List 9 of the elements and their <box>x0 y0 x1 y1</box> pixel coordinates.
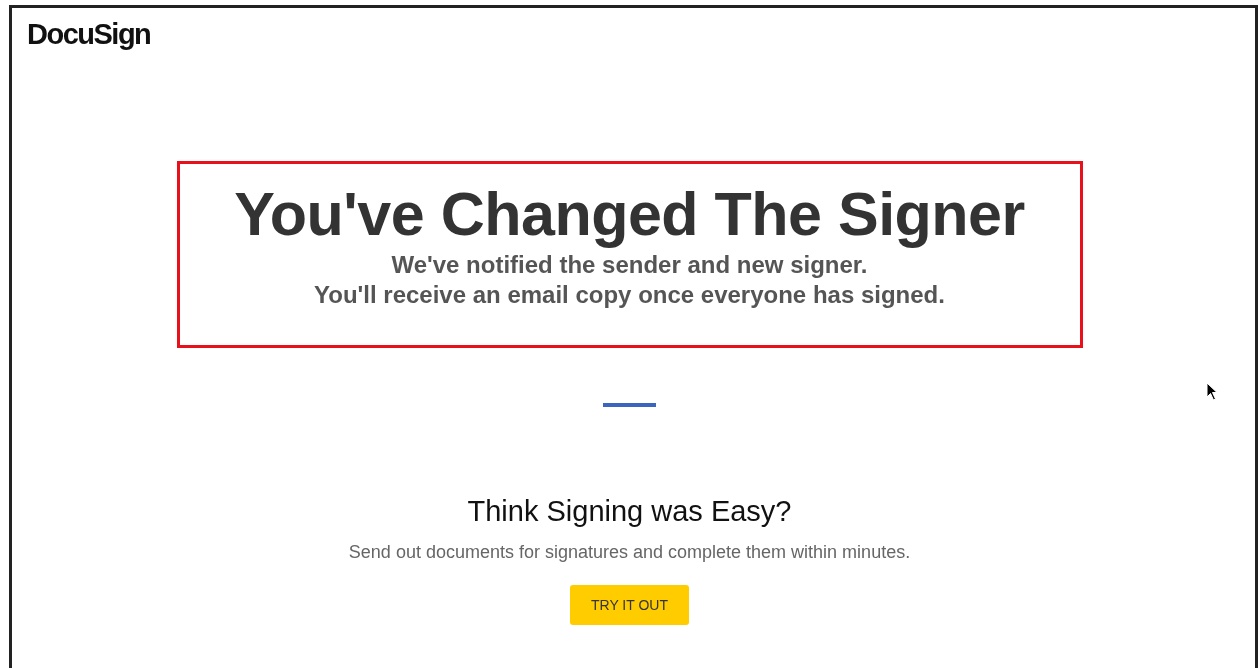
subtitle-line: We've notified the sender and new signer. <box>391 250 868 280</box>
promo-heading: Think Signing was Easy? <box>467 495 792 528</box>
subtitle-line: You'll receive an email copy once everyone has signed. <box>314 280 945 310</box>
page-title: You've Changed The Signer <box>234 179 1025 250</box>
divider-accent <box>603 403 656 407</box>
logo: DocuSign <box>27 18 151 51</box>
promo-text: Send out documents for signatures and complete them within minutes. <box>348 542 911 563</box>
cursor-icon <box>1206 382 1218 402</box>
try-button[interactable]: TRY IT OUT <box>570 585 689 625</box>
